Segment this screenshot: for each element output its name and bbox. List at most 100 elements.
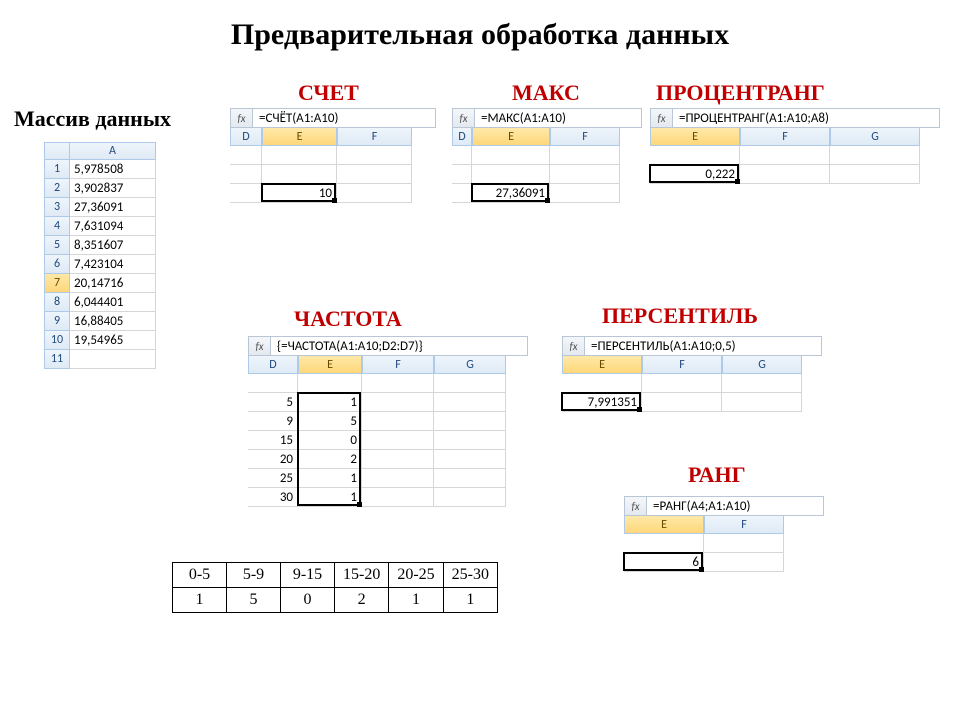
col-header-A: A bbox=[70, 142, 156, 160]
label-schet: СЧЕТ bbox=[298, 80, 359, 106]
grid-cell[interactable] bbox=[550, 184, 620, 203]
grid-cell[interactable] bbox=[650, 146, 740, 165]
grid-cell[interactable] bbox=[362, 374, 434, 393]
summary-header-cell: 20-25 bbox=[389, 563, 443, 588]
formula-bar[interactable]: =ПЕРСЕНТИЛЬ(A1:A10;0,5) bbox=[585, 337, 821, 355]
formula-bar[interactable]: =ПРОЦЕНТРАНГ(A1:A10;A8) bbox=[673, 109, 939, 127]
fx-icon[interactable]: fx bbox=[651, 109, 673, 127]
data-cell[interactable]: 7,423104 bbox=[70, 255, 156, 274]
grid-cell[interactable] bbox=[230, 165, 262, 184]
grid-cell[interactable] bbox=[262, 146, 337, 165]
formula-bar[interactable]: =РАНГ(A4;A1:A10) bbox=[647, 497, 823, 515]
row-header: 3 bbox=[44, 198, 70, 217]
data-cell[interactable]: 16,88405 bbox=[70, 312, 156, 331]
grid-cell[interactable] bbox=[642, 393, 722, 412]
col-header: E bbox=[562, 356, 642, 374]
grid-cell[interactable] bbox=[230, 184, 262, 203]
summary-value-cell: 0 bbox=[281, 588, 335, 613]
data-cell[interactable] bbox=[70, 350, 156, 369]
fx-icon[interactable]: fx bbox=[249, 337, 271, 355]
grid-cell[interactable] bbox=[434, 374, 506, 393]
grid-cell[interactable] bbox=[830, 146, 920, 165]
grid-cell[interactable] bbox=[298, 374, 362, 393]
grid-cell[interactable]: 25 bbox=[248, 469, 298, 488]
grid-cell[interactable]: 0,222 bbox=[650, 165, 740, 184]
grid-cell[interactable] bbox=[362, 431, 434, 450]
grid-cell[interactable] bbox=[434, 431, 506, 450]
grid-cell[interactable] bbox=[722, 374, 802, 393]
data-cell[interactable]: 19,54965 bbox=[70, 331, 156, 350]
data-cell[interactable]: 6,044401 bbox=[70, 293, 156, 312]
grid-cell[interactable] bbox=[550, 165, 620, 184]
grid-cell[interactable] bbox=[362, 469, 434, 488]
grid-cell[interactable] bbox=[262, 165, 337, 184]
grid-cell[interactable]: 1 bbox=[298, 393, 362, 412]
grid-cell[interactable]: 30 bbox=[248, 488, 298, 507]
grid-cell[interactable] bbox=[362, 393, 434, 412]
grid-cell[interactable]: 5 bbox=[248, 393, 298, 412]
grid-cell[interactable]: 1 bbox=[298, 488, 362, 507]
grid-cell[interactable] bbox=[740, 146, 830, 165]
formula-bar[interactable]: {=ЧАСТОТА(A1:A10;D2:D7)} bbox=[271, 337, 527, 355]
grid-cell[interactable] bbox=[704, 553, 784, 572]
grid-cell[interactable]: 2 bbox=[298, 450, 362, 469]
fx-icon[interactable]: fx bbox=[231, 109, 253, 127]
row-header: 10 bbox=[44, 331, 70, 350]
grid-cell[interactable]: 6 bbox=[624, 553, 704, 572]
col-header: F bbox=[642, 356, 722, 374]
grid-cell[interactable] bbox=[550, 146, 620, 165]
data-cell[interactable]: 27,36091 bbox=[70, 198, 156, 217]
grid-cell[interactable] bbox=[362, 488, 434, 507]
grid-cell[interactable] bbox=[830, 165, 920, 184]
grid-cell[interactable] bbox=[624, 534, 704, 553]
grid-cell[interactable] bbox=[362, 450, 434, 469]
summary-header-cell: 9-15 bbox=[281, 563, 335, 588]
fx-icon[interactable]: fx bbox=[563, 337, 585, 355]
grid-cell[interactable] bbox=[452, 165, 472, 184]
grid-cell[interactable] bbox=[642, 374, 722, 393]
grid-cell[interactable] bbox=[434, 450, 506, 469]
grid-cell[interactable] bbox=[362, 412, 434, 431]
grid-cell[interactable]: 10 bbox=[262, 184, 337, 203]
summary-header-cell: 0-5 bbox=[173, 563, 227, 588]
grid-cell[interactable] bbox=[248, 374, 298, 393]
grid-cell[interactable] bbox=[472, 146, 550, 165]
grid-cell[interactable]: 1 bbox=[298, 469, 362, 488]
grid-cell[interactable]: 7,991351 bbox=[562, 393, 642, 412]
grid-cell[interactable] bbox=[472, 165, 550, 184]
fx-icon[interactable]: fx bbox=[625, 497, 647, 515]
grid-cell[interactable] bbox=[434, 393, 506, 412]
grid-cell[interactable] bbox=[337, 184, 412, 203]
grid-cell[interactable] bbox=[434, 469, 506, 488]
grid-cell[interactable] bbox=[230, 146, 262, 165]
col-header: F bbox=[704, 516, 784, 534]
grid-cell[interactable] bbox=[337, 165, 412, 184]
fx-icon[interactable]: fx bbox=[453, 109, 475, 127]
grid-cell[interactable] bbox=[434, 412, 506, 431]
data-cell[interactable]: 8,351607 bbox=[70, 236, 156, 255]
data-cell[interactable]: 7,631094 bbox=[70, 217, 156, 236]
col-header: F bbox=[362, 356, 434, 374]
grid-cell[interactable] bbox=[740, 165, 830, 184]
grid-cell[interactable] bbox=[337, 146, 412, 165]
persentil-snippet: fx=ПЕРСЕНТИЛЬ(A1:A10;0,5)EFG7,991351 bbox=[562, 336, 822, 412]
row-header: 9 bbox=[44, 312, 70, 331]
grid-cell[interactable]: 27,36091 bbox=[472, 184, 550, 203]
grid-cell[interactable] bbox=[434, 488, 506, 507]
col-header: E bbox=[262, 128, 337, 146]
grid-cell[interactable] bbox=[452, 146, 472, 165]
grid-cell[interactable] bbox=[704, 534, 784, 553]
grid-cell[interactable]: 20 bbox=[248, 450, 298, 469]
grid-cell[interactable]: 9 bbox=[248, 412, 298, 431]
grid-cell[interactable]: 15 bbox=[248, 431, 298, 450]
grid-cell[interactable]: 5 bbox=[298, 412, 362, 431]
data-cell[interactable]: 5,978508 bbox=[70, 160, 156, 179]
grid-cell[interactable] bbox=[452, 184, 472, 203]
grid-cell[interactable] bbox=[562, 374, 642, 393]
grid-cell[interactable] bbox=[722, 393, 802, 412]
formula-bar[interactable]: =СЧЁТ(A1:A10) bbox=[253, 109, 435, 127]
grid-cell[interactable]: 0 bbox=[298, 431, 362, 450]
data-cell[interactable]: 20,14716 bbox=[70, 274, 156, 293]
formula-bar[interactable]: =МАКС(A1:A10) bbox=[475, 109, 641, 127]
data-cell[interactable]: 3,902837 bbox=[70, 179, 156, 198]
